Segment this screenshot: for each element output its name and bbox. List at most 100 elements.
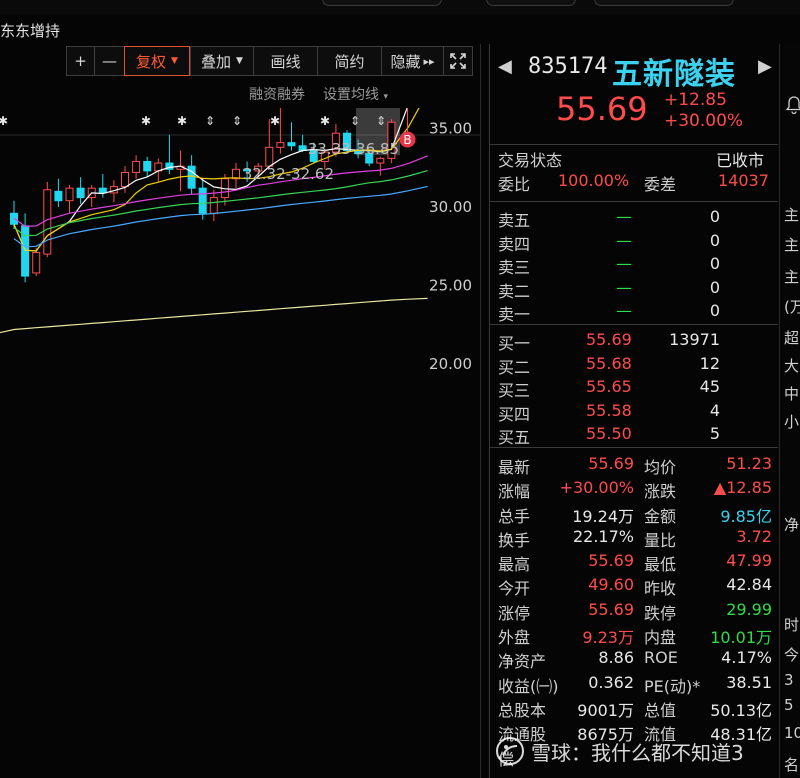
weibi-row: 委比 100.00% 委差 14037 [490, 169, 778, 194]
bid-volume: 12 [699, 353, 720, 373]
fuquan-label: 复权 [136, 52, 167, 71]
candle-body [265, 146, 274, 167]
ask-label: 卖四 [498, 234, 531, 254]
overlay-button[interactable]: 叠加 ▼ [190, 46, 253, 76]
stat-value: 42.84 [726, 575, 772, 595]
weibi-value: 100.00% [558, 170, 630, 190]
bid-volume: 45 [699, 377, 720, 396]
event-star-icon: ✱ [177, 114, 187, 128]
chevron-down-icon: ▼ [236, 56, 243, 66]
hide-button[interactable]: 隐藏 ▸▸ [381, 46, 443, 76]
stats-row: 总手 19.24万 金额 9.85亿 [490, 501, 778, 526]
bid-price: 55.50 [586, 424, 632, 443]
candle-body [121, 171, 129, 188]
expand-icon[interactable] [443, 46, 473, 76]
side-panel-label: 时 [784, 616, 800, 634]
stat-label: ROE [644, 648, 678, 668]
hide-label: 隐藏 [390, 52, 421, 71]
ask-volume: 0 [709, 230, 720, 250]
candle-body [376, 157, 385, 164]
buy-signal-label: B [403, 133, 411, 147]
chevron-down-icon: ▼ [171, 56, 178, 66]
bid-volume: 13971 [669, 330, 720, 349]
stock-header: ◀ 835174 五新隧装 ▶ 55.69 +12.85 +30.00% [490, 44, 778, 139]
event-star-icon: ✱ [270, 114, 280, 128]
stat-value: 0.362 [588, 672, 634, 692]
candle-body [187, 165, 196, 189]
stat-value: 10.01万 [710, 628, 772, 648]
y-tick-label: 25.00 [429, 277, 472, 295]
stats-table: 最新 55.69 均价 51.23 涨幅 +30.00% 涨跌 ▲12.85 总手 19.24万金… [490, 447, 778, 769]
stat-label: 最高 [498, 555, 531, 575]
stat-value: 51.23 [726, 454, 772, 473]
stat-value: 3.72 [736, 526, 772, 546]
zoom-out-button[interactable]: — [94, 46, 124, 76]
side-panel-label: 10 [784, 724, 800, 742]
draw-line-button[interactable]: 画线 [253, 46, 317, 76]
ask-price: — [616, 277, 632, 297]
stat-label: 量比 [644, 530, 677, 550]
kline-chart[interactable]: ✱✱✱⇕⇕✱✱⇕⇕55.0050.0045.0040.0035.0030.002… [0, 108, 480, 778]
stat-label: 外盘 [498, 628, 531, 648]
weicha-value: 14037 [718, 170, 769, 190]
stat-label: 总股本 [498, 700, 547, 720]
ask-volume: 0 [709, 301, 720, 320]
candle-body [198, 187, 207, 214]
bid-row: 买二 55.68 12 [490, 352, 778, 377]
ask-price: — [616, 207, 632, 226]
stats-row: 外盘 9.23万 内盘 10.01万 [490, 622, 778, 648]
ask-price: — [616, 254, 632, 273]
bid-label: 买一 [498, 334, 531, 353]
ask-row: 卖四 — 0 [490, 229, 778, 254]
next-stock-icon[interactable]: ▶ [758, 56, 772, 77]
candle-body [143, 160, 152, 172]
top-pill-3[interactable] [594, 0, 734, 6]
stat-label: 今开 [498, 579, 531, 599]
stat-label: 内盘 [644, 628, 677, 648]
bid-row: 买五 55.50 5 [490, 422, 778, 447]
fuquan-button[interactable]: 复权 ▼ [124, 46, 190, 76]
chart-title: 东东增持 [0, 22, 61, 40]
bid-volume: 5 [709, 424, 720, 443]
bid-price: 55.65 [586, 377, 632, 396]
ask-row: 卖三 — 0 [490, 252, 778, 277]
simple-mode-button[interactable]: 简约 [317, 46, 381, 76]
stat-value: 49.60 [588, 575, 634, 595]
ask-row: 卖二 — 0 [490, 276, 778, 301]
stat-label: 收益(㈠) [498, 676, 559, 696]
candle-body [32, 252, 41, 274]
stat-value: 38.51 [726, 672, 772, 692]
trade-status-label: 交易状态 [498, 151, 563, 170]
prev-stock-icon[interactable]: ◀ [498, 56, 512, 77]
side-panel-label: 今 [784, 646, 800, 664]
stat-value: ▲12.85 [713, 478, 772, 498]
margin-trading-link[interactable]: 融资融券 [249, 84, 305, 104]
stat-label: PE(动)* [644, 676, 701, 696]
side-panel-label: 中 [784, 385, 800, 403]
side-panel-label: 主 [784, 236, 800, 254]
price-change-pct: +30.00% [664, 111, 744, 131]
zoom-in-button[interactable]: + [66, 46, 94, 76]
stat-value: 9001万 [577, 700, 634, 720]
ask-price: — [616, 301, 632, 320]
candle-body [287, 142, 296, 147]
stat-label: 最低 [644, 555, 677, 575]
chevron-down-icon: ▾ [383, 92, 388, 102]
ask-label: 卖二 [498, 281, 531, 301]
stat-value: 9.85亿 [720, 506, 772, 526]
side-panel-label: 超 [784, 329, 800, 347]
watermark-text: 雪球：我什么都不知道3 [531, 740, 744, 765]
event-arrow-icon: ⇕ [232, 114, 242, 128]
stat-label: 昨收 [644, 579, 677, 599]
stat-value: 8.86 [598, 648, 634, 668]
candle-body [276, 142, 285, 148]
stat-value: 19.24万 [572, 506, 634, 526]
bell-icon[interactable] [786, 96, 800, 114]
ask-volume: 0 [709, 254, 720, 273]
ma-settings-link[interactable]: 设置均线 ▾ [323, 84, 388, 104]
bid-book: 买一 55.69 13971 买二 55.68 12 买三 55.65 45 买四 55.58 4 买五… [490, 324, 778, 447]
ask-volume: 0 [709, 277, 720, 297]
top-pill-2[interactable] [486, 0, 576, 6]
stock-name: 五新隧装 [612, 57, 736, 92]
top-search-pill[interactable] [322, 0, 442, 6]
